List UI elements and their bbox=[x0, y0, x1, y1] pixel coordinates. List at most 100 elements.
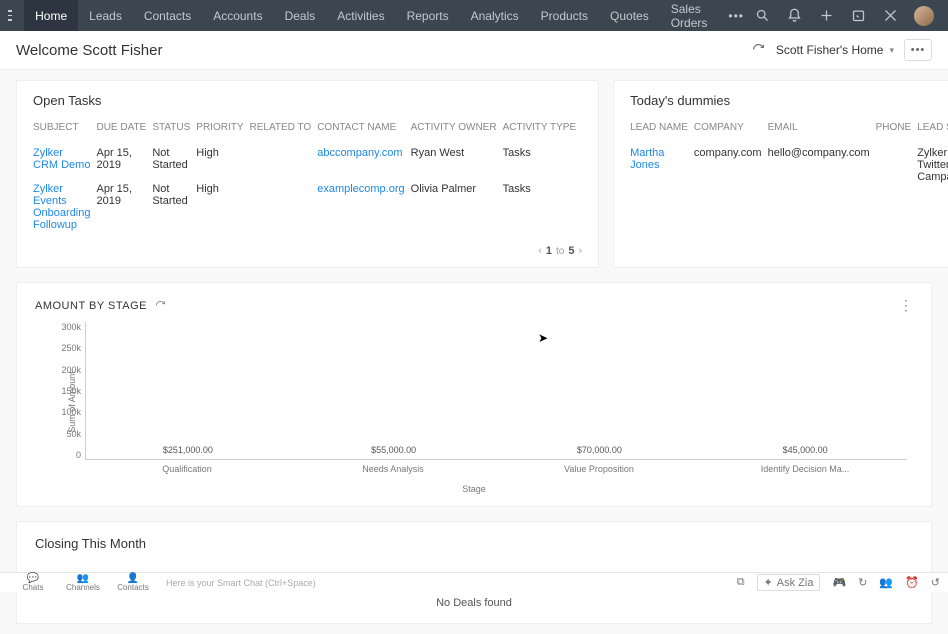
owner-cell: Olivia Palmer bbox=[411, 177, 503, 237]
column-header[interactable]: EMAIL bbox=[768, 118, 876, 141]
nav-tab-activities[interactable]: Activities bbox=[326, 0, 395, 31]
status-cell: Not Started bbox=[152, 177, 196, 237]
bottombar-item-contacts[interactable]: 👤Contacts bbox=[108, 574, 158, 592]
chart-title: AMOUNT BY STAGE bbox=[35, 300, 147, 312]
ytick: 50k bbox=[51, 429, 81, 439]
calendar-icon[interactable] bbox=[850, 8, 866, 24]
plus-icon[interactable] bbox=[818, 8, 834, 24]
nav-tab-quotes[interactable]: Quotes bbox=[599, 0, 660, 31]
bb-gamepad-icon[interactable]: 🎮 bbox=[832, 576, 846, 589]
source-cell: Zylker Events Twitter Campaign bbox=[917, 141, 948, 189]
bb-history-icon[interactable]: ↺ bbox=[931, 576, 940, 589]
search-icon[interactable] bbox=[754, 8, 770, 24]
xtick: Identify Decision Ma... bbox=[713, 464, 897, 474]
refresh-icon[interactable] bbox=[752, 43, 766, 57]
ytick: 0 bbox=[51, 450, 81, 460]
nav-tab-leads[interactable]: Leads bbox=[78, 0, 133, 31]
nav-tab-home[interactable]: Home bbox=[24, 0, 78, 31]
avatar[interactable] bbox=[914, 6, 934, 26]
bar[interactable]: $45,000.00 bbox=[713, 445, 897, 459]
xtick: Needs Analysis bbox=[301, 464, 485, 474]
priority-cell: High bbox=[196, 141, 249, 177]
table-row[interactable]: Zylker Events Onboarding FollowupApr 15,… bbox=[33, 177, 582, 237]
subject-cell[interactable]: Zylker CRM Demo bbox=[33, 141, 96, 177]
chats-icon: 💬 bbox=[27, 574, 39, 584]
chart-refresh-icon[interactable] bbox=[155, 300, 167, 312]
table-row[interactable]: Zylker CRM DemoApr 15, 2019Not StartedHi… bbox=[33, 141, 582, 177]
ytick: 100k bbox=[51, 407, 81, 417]
column-header[interactable]: LEAD NAME bbox=[630, 118, 694, 141]
chart-xlabel: Stage bbox=[35, 484, 913, 494]
related-to-cell bbox=[250, 177, 318, 237]
bottombar-item-label: Channels bbox=[66, 584, 100, 592]
bottombar-item-chats[interactable]: 💬Chats bbox=[8, 574, 58, 592]
email-cell: hello@company.com bbox=[768, 141, 876, 189]
home-selector-dropdown[interactable]: Scott Fisher's Home ▾ bbox=[776, 43, 894, 57]
bell-icon[interactable] bbox=[786, 8, 802, 24]
ask-zia-label: Ask Zia bbox=[777, 577, 814, 589]
bb-screen-icon[interactable]: ⧉ bbox=[737, 576, 745, 589]
open-tasks-title: Open Tasks bbox=[33, 93, 582, 108]
bottombar-item-channels[interactable]: 👥Channels bbox=[58, 574, 108, 592]
bottom-bar: 💬Chats👥Channels👤Contacts Here is your Sm… bbox=[0, 572, 948, 592]
ytick: 150k bbox=[51, 386, 81, 396]
nav-tab-accounts[interactable]: Accounts bbox=[202, 0, 273, 31]
chart-area: Sum of Amount 300k250k200k150k100k50k0 $… bbox=[85, 322, 907, 482]
column-header[interactable]: DUE DATE bbox=[96, 118, 152, 141]
bar-value-label: $55,000.00 bbox=[371, 445, 416, 455]
nav-tab-sales-orders[interactable]: Sales Orders bbox=[660, 0, 719, 31]
nav-tab-contacts[interactable]: Contacts bbox=[133, 0, 202, 31]
nav-tab-analytics[interactable]: Analytics bbox=[460, 0, 530, 31]
due-date-cell: Apr 15, 2019 bbox=[96, 177, 152, 237]
table-row[interactable]: Martha Jonescompany.comhello@company.com… bbox=[630, 141, 948, 189]
header-more-button[interactable]: ••• bbox=[904, 39, 932, 61]
home-selector-label: Scott Fisher's Home bbox=[776, 43, 884, 57]
page-header: Welcome Scott Fisher Scott Fisher's Home… bbox=[0, 31, 948, 70]
nav-tab-reports[interactable]: Reports bbox=[396, 0, 460, 31]
bb-people-icon[interactable]: 👥 bbox=[879, 576, 893, 589]
column-header[interactable]: COMPANY bbox=[694, 118, 768, 141]
chart-menu-icon[interactable]: ⋮ bbox=[899, 297, 913, 314]
todays-dummies-title: Today's dummies bbox=[630, 93, 948, 108]
bb-clock-icon[interactable]: ⏰ bbox=[905, 576, 919, 589]
nav-more-icon[interactable]: ••• bbox=[718, 9, 754, 23]
column-header[interactable]: RELATED TO bbox=[250, 118, 318, 141]
contact-cell[interactable]: examplecomp.org bbox=[317, 177, 410, 237]
column-header[interactable]: LEAD SOURCE bbox=[917, 118, 948, 141]
bar[interactable]: $251,000.00 bbox=[96, 445, 280, 459]
top-nav: HomeLeadsContactsAccountsDealsActivities… bbox=[0, 0, 948, 31]
due-date-cell: Apr 15, 2019 bbox=[96, 141, 152, 177]
bar[interactable]: $70,000.00 bbox=[508, 445, 692, 459]
column-header[interactable]: PHONE bbox=[876, 118, 918, 141]
nav-tab-products[interactable]: Products bbox=[530, 0, 599, 31]
welcome-title: Welcome Scott Fisher bbox=[16, 42, 162, 59]
open-tasks-table: SUBJECTDUE DATESTATUSPRIORITYRELATED TOC… bbox=[33, 118, 582, 237]
pager-next-icon[interactable]: › bbox=[578, 245, 582, 257]
todays-dummies-table: LEAD NAMECOMPANYEMAILPHONELEAD SOURCELEA… bbox=[630, 118, 948, 189]
type-cell: Tasks bbox=[503, 177, 583, 237]
smart-chat-placeholder[interactable]: Here is your Smart Chat (Ctrl+Space) bbox=[166, 578, 316, 588]
bar[interactable]: $55,000.00 bbox=[302, 445, 486, 459]
column-header[interactable]: SUBJECT bbox=[33, 118, 96, 141]
column-header[interactable]: ACTIVITY TYPE bbox=[503, 118, 583, 141]
column-header[interactable]: PRIORITY bbox=[196, 118, 249, 141]
bottombar-item-label: Chats bbox=[23, 584, 44, 592]
subject-cell[interactable]: Zylker Events Onboarding Followup bbox=[33, 177, 96, 237]
lead-name-cell[interactable]: Martha Jones bbox=[630, 141, 694, 189]
ask-zia-button[interactable]: ✦ Ask Zia bbox=[757, 574, 821, 591]
bar-value-label: $70,000.00 bbox=[577, 445, 622, 455]
bar-value-label: $251,000.00 bbox=[163, 445, 213, 455]
column-header[interactable]: STATUS bbox=[152, 118, 196, 141]
priority-cell: High bbox=[196, 177, 249, 237]
todays-dummies-card: Today's dummies LEAD NAMECOMPANYEMAILPHO… bbox=[613, 80, 948, 268]
contact-cell[interactable]: abccompany.com bbox=[317, 141, 410, 177]
xtick: Value Proposition bbox=[507, 464, 691, 474]
nav-tab-deals[interactable]: Deals bbox=[274, 0, 327, 31]
pager-prev-icon[interactable]: ‹ bbox=[538, 245, 542, 257]
bb-sync-icon[interactable]: ↻ bbox=[858, 576, 867, 589]
menu-icon[interactable] bbox=[8, 10, 12, 21]
open-tasks-card: Open Tasks SUBJECTDUE DATESTATUSPRIORITY… bbox=[16, 80, 599, 268]
tools-icon[interactable] bbox=[882, 8, 898, 24]
column-header[interactable]: CONTACT NAME bbox=[317, 118, 410, 141]
column-header[interactable]: ACTIVITY OWNER bbox=[411, 118, 503, 141]
